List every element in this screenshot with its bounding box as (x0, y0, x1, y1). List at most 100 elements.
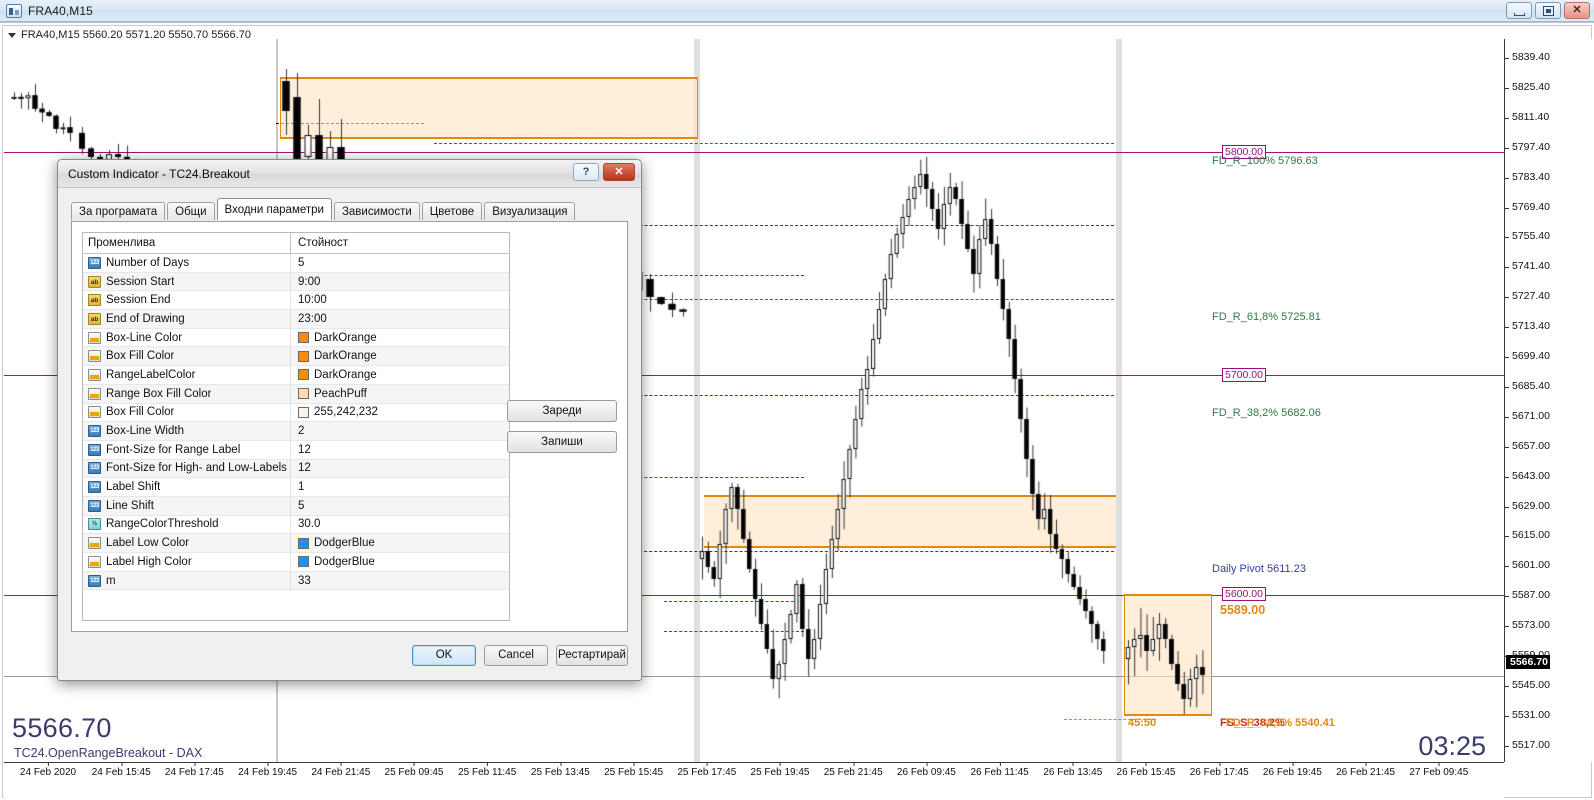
table-row[interactable]: Box Fill Color 255,242,232 (83, 403, 509, 423)
param-value: 33 (298, 574, 311, 587)
param-name-cell: Box Fill Color (83, 403, 291, 422)
current-price-tag: 5566.70 (1506, 655, 1550, 669)
fib-label-382: FD_R_38,2% 5682.06 (1212, 407, 1321, 419)
table-row[interactable]: ab End of Drawing 23:00 (83, 310, 509, 329)
param-name-cell: Box-Line Color (83, 328, 291, 347)
param-value-cell[interactable]: 5 (291, 500, 509, 512)
table-row[interactable]: ab Session Start 9:00 (83, 272, 509, 292)
param-value-cell[interactable]: 1 (291, 481, 509, 493)
dialog-side-buttons: Зареди Запиши (507, 400, 617, 462)
watermark-price: 5566.70 (12, 713, 112, 743)
table-row[interactable]: Range Box Fill Color PeachPuff (83, 384, 509, 404)
price-tick: 5727.40 (1505, 290, 1550, 302)
price-tick: 5587.00 (1505, 589, 1550, 601)
dialog-title: Custom Indicator - TC24.Breakout (68, 166, 250, 181)
time-tick: 24 Feb 19:45 (238, 762, 298, 778)
price-tag-5600: 5600.00 (1222, 587, 1266, 601)
close-button[interactable]: ✕ (1564, 2, 1590, 19)
param-value-cell[interactable]: DodgerBlue (291, 537, 509, 549)
param-value-cell[interactable]: 255,242,232 (291, 406, 509, 418)
table-row[interactable]: 123 Line Shift 5 (83, 496, 509, 516)
help-button[interactable]: ? (573, 163, 599, 181)
param-name: Label High Color (106, 555, 192, 568)
tab-3[interactable]: Зависимости (333, 202, 420, 220)
cancel-button[interactable]: Cancel (484, 645, 548, 666)
param-value-cell[interactable]: DarkOrange (291, 369, 509, 381)
param-value-cell[interactable]: DarkOrange (291, 350, 509, 362)
window-title: FRA40,M15 (28, 3, 93, 18)
table-row[interactable]: 123 Number of Days 5 (83, 254, 509, 273)
price-tick: 5531.00 (1505, 709, 1550, 721)
dialog-tabs[interactable]: За програмата Общи Входни параметри Зависим… (71, 198, 628, 220)
param-value-cell[interactable]: 10:00 (291, 294, 509, 306)
tab-4[interactable]: Цветове (421, 202, 483, 220)
table-row[interactable]: Box Fill Color DarkOrange (83, 347, 509, 367)
price-tick: 5797.40 (1505, 141, 1550, 153)
minimize-button[interactable] (1506, 2, 1532, 19)
param-name: Font-Size for Range Label (106, 443, 241, 456)
dialog-close-button[interactable]: ✕ (603, 163, 635, 181)
tab-5[interactable]: Визуализация (484, 202, 576, 220)
param-value-cell[interactable]: 33 (291, 575, 509, 587)
table-row[interactable]: 123 Font-Size for High- and Low-Labels 12 (83, 459, 509, 479)
price-axis[interactable]: 5839.40 5825.40 5811.40 5797.40 5783.40 5769.… (1504, 39, 1592, 762)
param-value-cell[interactable]: PeachPuff (291, 388, 509, 400)
collapse-caret-icon[interactable] (8, 32, 16, 38)
param-name: Label Shift (106, 481, 161, 494)
session-clock: 03:25 (1418, 731, 1486, 761)
restore-button[interactable] (1535, 2, 1561, 19)
param-name: Range Box Fill Color (106, 387, 212, 400)
table-row[interactable]: ½ RangeColorThreshold 30.0 (83, 515, 509, 535)
ok-button[interactable]: OK (412, 645, 476, 666)
param-value-cell[interactable]: 30.0 (291, 518, 509, 530)
param-name: Font-Size for High- and Low-Labels (106, 462, 287, 475)
table-row[interactable]: RangeLabelColor DarkOrange (83, 366, 509, 385)
param-value: 12 (298, 443, 311, 456)
time-axis[interactable]: 24 Feb 2020 24 Feb 15:45 24 Feb 17:45 24 Fe… (4, 762, 1504, 798)
table-row[interactable]: 123 Font-Size for Range Label 12 (83, 440, 509, 460)
param-value: 1 (298, 481, 305, 494)
param-name-cell: 123 Label Shift (83, 478, 291, 496)
color-swatch (298, 369, 309, 381)
reset-button[interactable]: Рестартирай (556, 645, 628, 666)
param-value-cell[interactable]: 5 (291, 257, 509, 269)
time-tick: 25 Feb 13:45 (530, 762, 590, 778)
price-tag-5700: 5700.00 (1222, 368, 1266, 382)
custom-indicator-dialog[interactable]: Custom Indicator - TC24.Breakout ? ✕ За … (57, 159, 642, 681)
tab-1[interactable]: Общи (167, 202, 215, 220)
param-name-cell: ab Session End (83, 291, 291, 310)
param-value-cell[interactable]: 23:00 (291, 313, 509, 325)
color-type-icon (88, 537, 101, 550)
time-tick: 27 Feb 09:45 (1409, 762, 1469, 778)
param-value: DarkOrange (314, 350, 377, 363)
string-type-icon: ab (88, 312, 101, 325)
param-name-cell: ½ RangeColorThreshold (83, 515, 291, 534)
table-row[interactable]: 123 m 33 (83, 571, 509, 591)
param-value-cell[interactable]: 12 (291, 462, 509, 474)
save-button[interactable]: Запиши (507, 431, 617, 453)
watermark-subtitle: TC24.OpenRangeBreakout - DAX (14, 746, 203, 760)
table-row[interactable]: 123 Box-Line Width 2 (83, 422, 509, 441)
param-name: Label Low Color (106, 537, 190, 550)
load-button[interactable]: Зареди (507, 400, 617, 422)
tab-0[interactable]: За програмата (71, 202, 166, 220)
tab-2[interactable]: Входни параметри (216, 198, 332, 220)
color-swatch (298, 388, 309, 400)
parameters-table[interactable]: Променлива Стойност 123 Number of Days 5 ab Se… (82, 232, 510, 621)
param-name: m (106, 574, 116, 587)
table-row[interactable]: 123 Label Shift 1 (83, 478, 509, 497)
time-tick: 26 Feb 19:45 (1262, 762, 1322, 778)
table-row[interactable]: Box-Line Color DarkOrange (83, 328, 509, 348)
param-value-cell[interactable]: 2 (291, 425, 509, 437)
time-tick: 24 Feb 15:45 (91, 762, 151, 778)
param-value: DodgerBlue (314, 555, 375, 568)
param-value-cell[interactable]: 9:00 (291, 276, 509, 288)
time-tick: 26 Feb 11:45 (970, 762, 1029, 778)
table-row[interactable]: Label High Color DodgerBlue (83, 553, 509, 572)
param-value-cell[interactable]: 12 (291, 444, 509, 456)
param-value-cell[interactable]: DarkOrange (291, 332, 509, 344)
table-row[interactable]: Label Low Color DodgerBlue (83, 534, 509, 553)
time-tick: 26 Feb 15:45 (1116, 762, 1176, 778)
param-value-cell[interactable]: DodgerBlue (291, 556, 509, 568)
table-row[interactable]: ab Session End 10:00 (83, 291, 509, 311)
